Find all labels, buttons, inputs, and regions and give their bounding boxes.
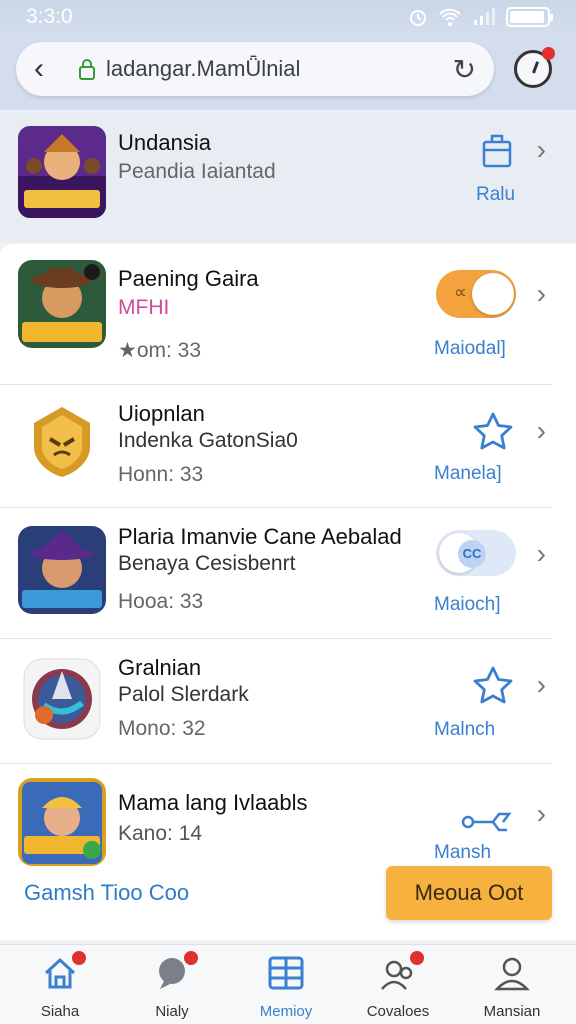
list-item[interactable]: Plaria Imanvie Cane Aebalad Benaya Cesis… <box>0 508 576 638</box>
item-subtitle: Benaya Cesisbenrt <box>118 552 296 575</box>
game-thumbnail <box>18 526 106 614</box>
star-icon[interactable] <box>472 665 514 705</box>
grid-icon <box>266 953 306 993</box>
status-time: 3:3:0 <box>26 5 73 28</box>
item-action-label[interactable]: Ralu <box>476 184 515 206</box>
tab-label: Memioy <box>259 1003 313 1020</box>
item-subtitle: Palol Slerdark <box>118 683 249 706</box>
chevron-right-icon[interactable]: › <box>537 798 546 830</box>
signal-icon <box>474 8 495 25</box>
wifi-icon <box>439 8 461 26</box>
notification-dot <box>542 47 555 60</box>
bottom-tab-bar: Siaha Nialy Memioy Covaloes Mansian <box>0 944 576 1024</box>
list-item[interactable]: Uiopnlan Indenka GatonSia0 Honn: 33 Mane… <box>0 385 576 507</box>
chevron-right-icon[interactable]: › <box>537 278 546 310</box>
tab-label: Mansian <box>483 1003 541 1020</box>
notification-badge <box>410 951 424 965</box>
game-thumbnail <box>18 778 106 866</box>
item-meta: Hooa: 33 <box>118 590 204 613</box>
toggle-switch[interactable]: ∝ <box>436 270 516 318</box>
item-action-label[interactable]: Maiodal] <box>434 338 506 360</box>
status-icons <box>408 7 553 27</box>
item-action-label[interactable]: Maioch] <box>434 594 501 616</box>
tab-home[interactable]: Siaha <box>10 951 110 1024</box>
back-icon[interactable]: ‹ <box>34 52 68 86</box>
chevron-right-icon[interactable]: › <box>537 669 546 701</box>
tab-profile[interactable]: Mansian <box>462 953 562 1024</box>
game-thumbnail <box>22 657 102 741</box>
browser-toolbar: ‹ ladangar.MamǕlnial ↻ <box>0 34 576 110</box>
link-icon[interactable] <box>460 804 516 834</box>
tab-people[interactable]: Covaloes <box>348 951 448 1024</box>
star-icon[interactable] <box>472 411 514 451</box>
lock-icon <box>79 59 95 80</box>
primary-action-button[interactable]: Meoua Oot <box>386 866 552 920</box>
item-meta: Honn: 33 <box>118 463 204 486</box>
item-meta: ★om: 33 <box>118 339 202 362</box>
bookmark-icon[interactable] <box>480 130 514 170</box>
item-subtitle: Indenka GatonSia0 <box>118 429 298 452</box>
key-icon: ∝ <box>454 282 467 302</box>
tab-chat[interactable]: Nialy <box>122 951 222 1024</box>
list-item[interactable]: Mama lang Ivlaabls Kano: 14 Mansh › <box>0 764 576 874</box>
game-thumbnail <box>18 260 106 348</box>
game-thumbnail <box>26 403 98 479</box>
chevron-right-icon[interactable]: › <box>537 415 546 447</box>
tab-memory[interactable]: Memioy <box>236 953 336 1024</box>
item-title: Paening Gaira <box>118 266 259 291</box>
home-icon <box>40 951 86 993</box>
game-thumbnail <box>18 126 106 218</box>
item-title: Uiopnlan <box>118 401 205 426</box>
profile-icon <box>492 953 532 993</box>
item-action-label[interactable]: Mansh <box>434 842 491 864</box>
tab-label: Nialy <box>155 1003 189 1020</box>
item-subtitle: Peandia Iaiantad <box>118 160 276 183</box>
list-item[interactable]: Paening Gaira MFHI ★om: 33 ∝ Maiodal] › <box>0 244 576 384</box>
list-item[interactable]: Gralnian Palol Slerdark Mono: 32 Malnch … <box>0 639 576 763</box>
toggle-switch[interactable]: CC <box>436 530 516 576</box>
item-subtitle: Kano: 14 <box>118 822 203 845</box>
people-icon <box>378 951 424 993</box>
notification-badge <box>184 951 198 965</box>
chat-icon <box>152 951 198 993</box>
tab-label: Covaloes <box>366 1003 430 1020</box>
chevron-right-icon[interactable]: › <box>537 134 546 166</box>
controller-icon: CC <box>458 540 486 568</box>
list-item-featured[interactable]: Undansia Peandia Iaiantad Ralu › <box>0 112 576 242</box>
item-tag: MFHI <box>118 296 170 319</box>
item-meta: Mono: 32 <box>118 717 206 740</box>
item-title: Undansia <box>118 130 211 155</box>
url-text[interactable]: ladangar.MamǕlnial <box>106 56 453 82</box>
item-action-label[interactable]: Malnch <box>434 719 495 741</box>
alarm-icon <box>410 10 426 26</box>
footer-link[interactable]: Gamsh Tioo Coo <box>24 880 189 906</box>
game-list: Paening Gaira MFHI ★om: 33 ∝ Maiodal] › … <box>0 244 576 940</box>
status-bar: 3:3:0 <box>0 0 576 34</box>
chevron-right-icon[interactable]: › <box>537 538 546 570</box>
item-title: Gralnian <box>118 655 202 680</box>
notification-badge <box>72 951 86 965</box>
battery-icon <box>506 7 553 27</box>
url-bar[interactable]: ‹ ladangar.MamǕlnial ↻ <box>16 42 494 96</box>
tab-label: Siaha <box>40 1003 80 1020</box>
item-title: Plaria Imanvie Cane Aebalad <box>118 524 402 549</box>
item-action-label[interactable]: Manela] <box>434 463 502 485</box>
reload-icon[interactable]: ↻ <box>453 53 476 86</box>
item-title: Mama lang Ivlaabls <box>118 790 308 815</box>
timer-icon[interactable] <box>514 47 555 88</box>
